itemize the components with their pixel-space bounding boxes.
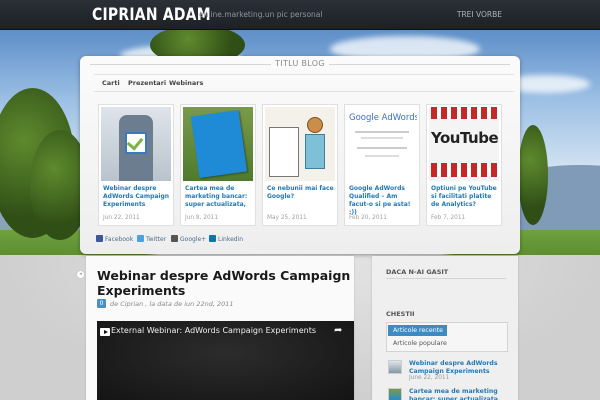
video-title[interactable]: External Webinar: AdWords Campaign Exper…	[111, 326, 316, 335]
share-twitter[interactable]: Twitter	[137, 235, 166, 243]
sidebar-list-item[interactable]: Cartea mea de marketing bancar: super ac…	[388, 388, 508, 400]
sidebar-divider	[386, 278, 506, 279]
card-title[interactable]: Google AdWords Qualified – Am facut-o si…	[349, 185, 419, 217]
sidebar-item-date: June 22, 2011	[409, 375, 450, 381]
video-play-icon[interactable]	[100, 328, 110, 336]
share-facebook[interactable]: Facebook	[96, 235, 133, 243]
category-tab-prezentari[interactable]: Prezentari	[128, 79, 166, 87]
card-date: Jun 8, 2011	[185, 215, 219, 221]
tab-popular-articles[interactable]: Articole populare	[393, 340, 447, 347]
sidebar-item-title[interactable]: Webinar despre AdWords Campaign Experime…	[409, 360, 509, 375]
post-title[interactable]: Webinar despre AdWords Campaign Experime…	[97, 268, 352, 298]
share-label: Google+	[180, 236, 207, 243]
comment-count-badge[interactable]: 0	[97, 299, 106, 308]
card-title[interactable]: Webinar despre AdWords Campaign Experime…	[103, 185, 173, 209]
cartoon-thumbnail	[265, 107, 335, 181]
youtube-logo-text: YouTube	[431, 129, 499, 147]
sidebar-item-title[interactable]: Cartea mea de marketing bancar: super ac…	[409, 388, 509, 400]
adwords-logo-text: Google AdWords	[349, 113, 417, 123]
share-label: Linkedin	[218, 236, 244, 243]
tab-recent-articles[interactable]: Articole recente	[388, 325, 447, 336]
share-label: Twitter	[146, 236, 167, 243]
featured-card[interactable]: Webinar despre AdWords Campaign Experime…	[98, 104, 174, 226]
share-arrow-icon[interactable]: ➦	[334, 325, 342, 336]
featured-card[interactable]: Cartea mea de marketing bancar: super ac…	[180, 104, 256, 226]
nav-link-trei-vorbe[interactable]: TREI VORBE	[457, 10, 502, 19]
google-adwords-certificate-thumbnail: Google AdWords	[347, 107, 417, 181]
featured-card[interactable]: Google AdWords Google AdWords Qualified …	[344, 104, 420, 226]
blue-book-thumbnail	[183, 107, 253, 181]
twitter-icon	[137, 235, 144, 242]
share-label: Facebook	[105, 236, 134, 243]
sidebar-heading-search: DACA N-AI GASIT	[386, 268, 449, 276]
sidebar-thumbnail	[388, 360, 402, 374]
sidebar-heading-chestii: CHESTII	[386, 310, 415, 318]
youtube-logo-thumbnail: YouTube	[429, 107, 499, 181]
google-plus-icon	[171, 235, 178, 242]
share-google-plus[interactable]: Google+	[171, 235, 206, 243]
category-nav: Carti Prezentari Webinars	[94, 74, 514, 92]
card-date: Feb 20, 2011	[349, 215, 387, 221]
card-date: May 25, 2011	[267, 215, 307, 221]
site-title[interactable]: CIPRIAN ADAM	[92, 5, 211, 25]
linkedin-icon	[209, 235, 216, 242]
sidebar-list-item[interactable]: Webinar despre AdWords Campaign Experime…	[388, 360, 508, 386]
category-tab-carti[interactable]: Carti	[102, 79, 120, 87]
featured-card[interactable]: YouTube Optiuni pe YouTube si facilitati…	[426, 104, 502, 226]
panel-title: TITLU BLOG	[0, 59, 600, 68]
sidebar-thumbnail	[388, 388, 402, 400]
post-meta: de Ciprian , la data de iun 22nd, 2011	[110, 300, 234, 308]
facebook-icon	[96, 235, 103, 242]
card-title[interactable]: Cartea mea de marketing bancar: super ac…	[185, 185, 255, 209]
category-tab-webinars[interactable]: Webinars	[169, 79, 203, 87]
panel-title-text: TITLU BLOG	[271, 59, 329, 68]
post-marker-icon: ◂	[76, 270, 85, 279]
card-date: Jun 22, 2011	[103, 215, 140, 221]
card-title[interactable]: Ce nebunii mai face Google?	[267, 185, 337, 201]
superhero-adwords-thumbnail	[101, 107, 171, 181]
card-date: Feb 7, 2011	[431, 215, 466, 221]
card-title[interactable]: Optiuni pe YouTube si facilitati platite…	[431, 185, 501, 209]
featured-card[interactable]: Ce nebunii mai face Google? May 25, 2011	[262, 104, 338, 226]
site-tagline: online.marketing.un pic personal	[199, 10, 323, 19]
share-linkedin[interactable]: Linkedin	[209, 235, 243, 243]
